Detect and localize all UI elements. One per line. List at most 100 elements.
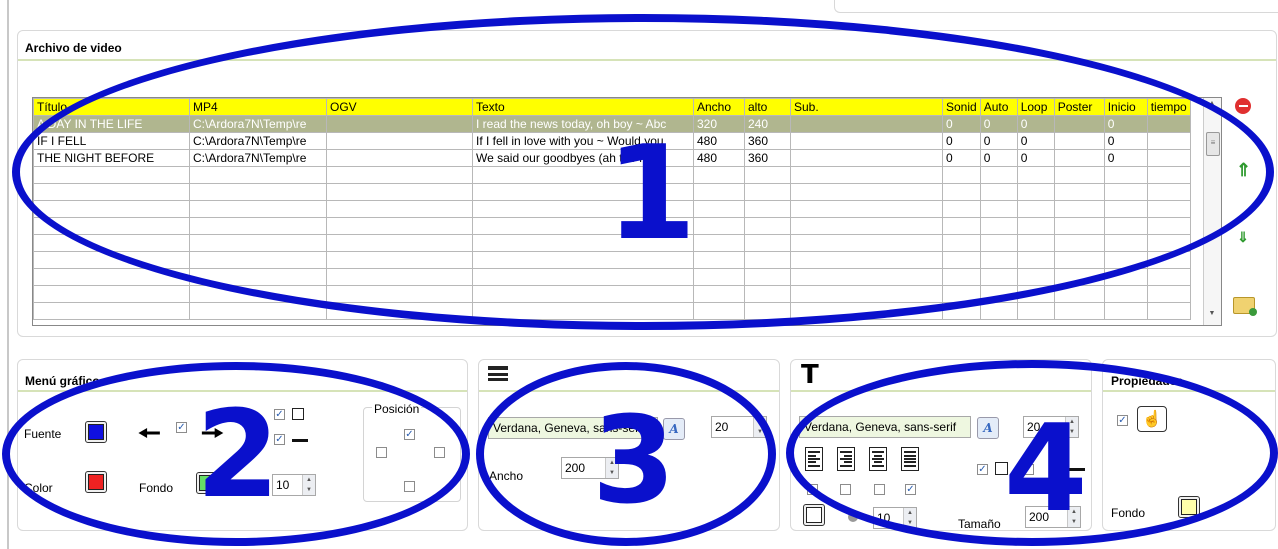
table-cell[interactable] — [1053, 183, 1105, 201]
table-cell[interactable] — [790, 285, 943, 303]
table-row[interactable] — [33, 234, 1191, 252]
fuente-color-button[interactable] — [85, 421, 107, 443]
table-row[interactable] — [33, 200, 1191, 218]
align-center-checkbox[interactable] — [874, 484, 885, 495]
text-size-stepper[interactable]: 20 ▲ ▼ — [711, 416, 767, 438]
table-cell[interactable] — [33, 251, 190, 269]
table-cell[interactable] — [1146, 285, 1191, 303]
table-cell[interactable] — [979, 217, 1018, 235]
table-cell[interactable] — [979, 183, 1018, 201]
table-cell[interactable] — [979, 302, 1018, 320]
table-cell[interactable]: THE NIGHT BEFORE — [33, 149, 190, 167]
table-cell[interactable] — [1146, 251, 1191, 269]
table-cell[interactable] — [326, 234, 473, 252]
align-right-icon[interactable] — [837, 447, 855, 471]
table-row[interactable] — [33, 217, 1191, 235]
table-cell[interactable] — [1053, 149, 1105, 167]
table-cell[interactable] — [1146, 149, 1191, 167]
table-cell[interactable]: 0 — [942, 115, 981, 133]
table-cell[interactable] — [1053, 251, 1105, 269]
table-row[interactable]: IF I FELL C:\Ardora7N\Temp\re If I fell in… — [33, 132, 1191, 150]
table-cell[interactable] — [744, 234, 791, 252]
table-cell[interactable] — [744, 166, 791, 184]
table-cell[interactable] — [744, 217, 791, 235]
ancho-stepper[interactable]: 200 ▲ ▼ — [561, 457, 619, 479]
table-cell[interactable] — [693, 234, 745, 252]
table-cell[interactable] — [693, 251, 745, 269]
table-cell[interactable] — [790, 268, 943, 286]
table-cell[interactable]: 480 — [693, 132, 745, 150]
table-cell[interactable] — [1103, 200, 1148, 218]
table-cell[interactable]: Sonid — [942, 98, 981, 116]
title-font-button[interactable]: A — [977, 417, 999, 439]
table-cell[interactable] — [189, 217, 327, 235]
table-cell[interactable]: 0 — [1103, 132, 1148, 150]
table-cell[interactable]: MP4 — [189, 98, 327, 116]
table-cell[interactable] — [693, 285, 745, 303]
table-cell[interactable] — [472, 251, 694, 269]
table-cell[interactable] — [472, 166, 694, 184]
table-cell[interactable]: 0 — [979, 132, 1018, 150]
table-cell[interactable] — [326, 268, 473, 286]
table-cell[interactable]: tiempo — [1146, 98, 1191, 116]
table-cell[interactable] — [472, 217, 694, 235]
table-cell[interactable] — [790, 217, 943, 235]
table-cell[interactable] — [1053, 200, 1105, 218]
table-cell[interactable] — [1016, 285, 1055, 303]
table-cell[interactable] — [1016, 183, 1055, 201]
table-cell[interactable] — [1016, 200, 1055, 218]
table-cell[interactable]: Ancho — [693, 98, 745, 116]
align-left-checkbox[interactable] — [807, 484, 818, 495]
title-font-field[interactable]: Verdana, Geneva, sans-serif — [799, 416, 971, 438]
table-cell[interactable] — [942, 302, 981, 320]
open-folder-icon[interactable] — [1233, 297, 1257, 316]
delete-row-icon[interactable] — [1235, 98, 1251, 114]
table-cell[interactable]: 0 — [1016, 149, 1055, 167]
table-cell[interactable] — [790, 200, 943, 218]
table-cell[interactable]: If I fell in love with you ~ Would you — [472, 132, 694, 150]
table-cell[interactable] — [189, 251, 327, 269]
title-background-button[interactable] — [803, 504, 825, 526]
table-cell[interactable]: Auto — [979, 98, 1018, 116]
table-cell[interactable] — [33, 217, 190, 235]
table-cell[interactable] — [693, 183, 745, 201]
text-font-button[interactable]: A — [663, 418, 685, 440]
table-cell[interactable]: 0 — [979, 115, 1018, 133]
table-cell[interactable] — [472, 302, 694, 320]
table-cell[interactable] — [1103, 285, 1148, 303]
table-cell[interactable] — [326, 183, 473, 201]
table-cell[interactable]: A DAY IN THE LIFE — [33, 115, 190, 133]
table-cell[interactable] — [693, 302, 745, 320]
video-table[interactable]: Título MP4 OGV Texto Ancho alto Sub. Sonid Auto L… — [33, 98, 1191, 320]
table-cell[interactable] — [790, 149, 943, 167]
table-cell[interactable]: 360 — [744, 132, 791, 150]
table-cell[interactable]: I read the news today, oh boy ~ Abc — [472, 115, 694, 133]
table-cell[interactable] — [744, 251, 791, 269]
table-cell[interactable] — [1053, 268, 1105, 286]
title-number-stepper[interactable]: 10 ▲ ▼ — [873, 507, 917, 529]
table-cell[interactable]: 0 — [1016, 115, 1055, 133]
table-cell[interactable] — [942, 166, 981, 184]
table-cell[interactable] — [1146, 183, 1191, 201]
table-cell[interactable] — [1053, 166, 1105, 184]
table-cell[interactable] — [790, 183, 943, 201]
table-cell[interactable] — [472, 268, 694, 286]
table-cell[interactable] — [693, 217, 745, 235]
table-cell[interactable] — [1146, 217, 1191, 235]
table-cell[interactable] — [1146, 234, 1191, 252]
table-cell[interactable] — [189, 200, 327, 218]
table-cell[interactable] — [744, 302, 791, 320]
table-cell[interactable] — [33, 200, 190, 218]
table-cell[interactable] — [33, 183, 190, 201]
border-checkbox[interactable]: ✓ — [274, 409, 285, 420]
table-scrollbar[interactable]: ▲ ≡ ▼ — [1203, 98, 1221, 325]
position-left-checkbox[interactable] — [376, 447, 387, 458]
align-justify-icon[interactable] — [901, 447, 919, 471]
table-cell[interactable] — [189, 234, 327, 252]
table-cell[interactable] — [1053, 217, 1105, 235]
table-cell[interactable] — [326, 302, 473, 320]
table-row[interactable] — [33, 285, 1191, 303]
table-cell[interactable]: 0 — [1103, 149, 1148, 167]
table-cell[interactable] — [1016, 234, 1055, 252]
table-cell[interactable] — [189, 183, 327, 201]
